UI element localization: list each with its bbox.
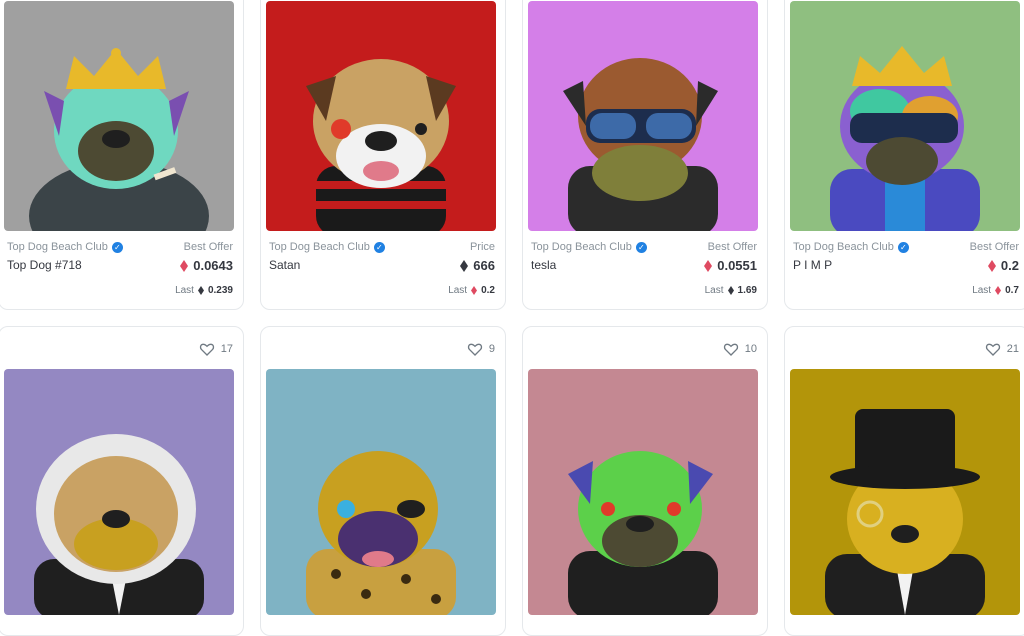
collection-name[interactable]: Top Dog Beach Club ✓ [269,241,385,253]
nft-name: P I M P [793,258,833,272]
favorite-button[interactable]: 9 [467,341,495,357]
price-label: Best Offer [183,241,233,253]
nft-image[interactable] [528,369,758,615]
nft-image[interactable] [790,1,1020,231]
collection-name[interactable]: Top Dog Beach Club ✓ [7,241,123,253]
heart-icon [985,343,1000,356]
price-label: Price [469,241,495,253]
price-value: 0.0643 [180,258,233,273]
nft-card[interactable]: Top Dog Beach Club ✓ Top Dog #718 Best O… [0,0,244,310]
pug-sunglasses-art [528,1,758,231]
price-value: 0.0551 [704,258,757,273]
weth-icon [995,286,1002,295]
heart-icon [467,343,483,356]
verified-badge-icon: ✓ [373,241,385,253]
favorite-button[interactable]: 17 [199,341,233,357]
pug-green-art [528,369,758,615]
favorite-count: 21 [1006,343,1019,355]
favorite-button[interactable]: 10 [723,341,757,357]
pug-crown-art [4,1,234,231]
price-value: 666 [460,258,495,273]
nft-image[interactable] [4,1,234,231]
pug-leopard-art [266,369,496,615]
pug-cyborg-art [266,1,496,231]
last-sale: Last 1.69 [704,285,757,296]
nft-card[interactable]: Top Dog Beach Club ✓ P I M P Best Offer … [784,0,1024,310]
favorite-count: 17 [220,343,233,355]
last-sale: Last 0.2 [448,285,495,296]
nft-image[interactable] [528,1,758,231]
heart-icon [723,343,738,356]
nft-card[interactable]: Top Dog Beach Club ✓ tesla Best Offer 0.… [522,0,768,310]
favorite-count: 10 [744,343,757,355]
nft-card[interactable]: 21 [784,326,1024,636]
nft-image[interactable] [790,369,1020,615]
weth-icon [471,286,478,295]
nft-card[interactable]: 9 [260,326,506,636]
verified-badge-icon: ✓ [635,241,647,253]
heart-icon [199,343,214,356]
weth-icon [180,259,189,272]
weth-icon [987,259,996,272]
collection-name[interactable]: Top Dog Beach Club ✓ [531,241,647,253]
nft-card[interactable]: Top Dog Beach Club ✓ Satan Price 666 Las… [260,0,506,310]
nft-image[interactable] [4,369,234,615]
nft-card[interactable]: 10 [522,326,768,636]
verified-badge-icon: ✓ [111,241,123,253]
verified-badge-icon: ✓ [897,241,909,253]
nft-name: Top Dog #718 [7,258,82,272]
nft-image[interactable] [266,369,496,615]
last-sale: Last 0.239 [175,285,233,296]
last-sale: Last 0.7 [972,285,1019,296]
price-label: Best Offer [969,241,1019,253]
eth-icon [197,286,204,295]
nft-card[interactable]: 17 [0,326,244,636]
nft-name: tesla [531,258,557,272]
favorite-button[interactable]: 21 [985,341,1019,357]
nft-image[interactable] [266,1,496,231]
collection-name[interactable]: Top Dog Beach Club ✓ [793,241,909,253]
nft-name: Satan [269,258,301,272]
price-value: 0.2 [987,258,1019,273]
weth-icon [704,259,713,272]
pug-rainbow-crown-art [790,1,1020,231]
price-label: Best Offer [707,241,757,253]
eth-icon [727,286,734,295]
pug-top-hat-art [790,369,1020,615]
favorite-count: 9 [488,343,495,355]
eth-icon [460,259,469,272]
pug-astronaut-art [4,369,234,615]
